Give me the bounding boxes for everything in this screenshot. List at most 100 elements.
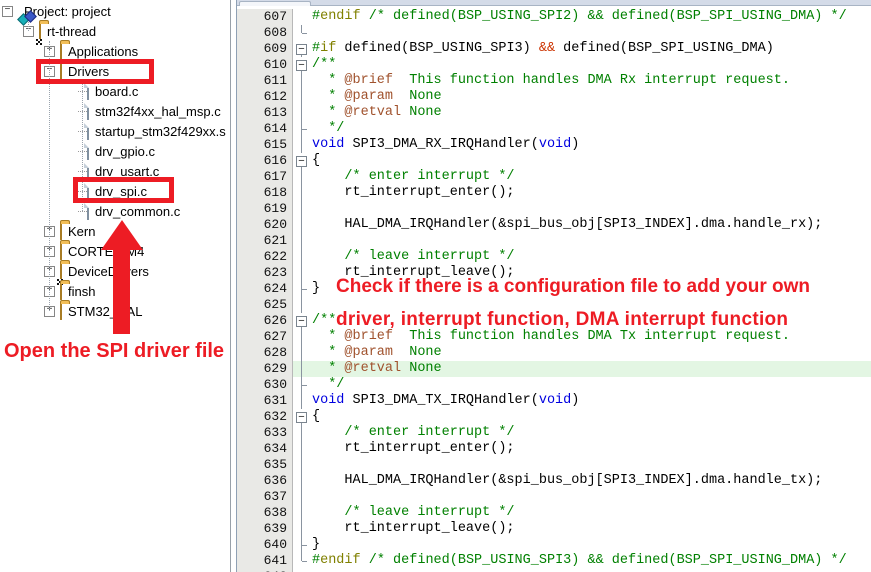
line-number: 639 [237, 521, 293, 537]
fold-margin [293, 553, 310, 569]
code-text: /* enter interrupt */ [310, 425, 871, 441]
tree-item-label: stm32f4xx_hal_msp.c [95, 104, 221, 119]
code-line-630[interactable]: 630 */ [237, 377, 871, 393]
code-line-637[interactable]: 637 [237, 489, 871, 505]
code-line-609[interactable]: 609−#if defined(BSP_USING_SPI3) && defin… [237, 41, 871, 57]
fold-collapse-icon[interactable]: − [293, 409, 310, 425]
fold-margin [293, 345, 310, 361]
code-line-610[interactable]: 610−/** [237, 57, 871, 73]
code-line-612[interactable]: 612 * @param None [237, 89, 871, 105]
fold-margin [293, 329, 310, 345]
code-text: void SPI3_DMA_TX_IRQHandler(void) [310, 393, 871, 409]
tree-item-project-project[interactable]: −Project: project [0, 1, 230, 21]
tree-item-stm32f4xx-hal-msp-c[interactable]: stm32f4xx_hal_msp.c [0, 101, 230, 121]
code-line-620[interactable]: 620 HAL_DMA_IRQHandler(&spi_bus_obj[SPI3… [237, 217, 871, 233]
code-text: #endif /* defined(BSP_USING_SPI2) && def… [310, 9, 871, 25]
tree-item-board-c[interactable]: board.c [0, 81, 230, 101]
fold-margin [293, 25, 310, 41]
annotation-box-drivers [36, 59, 154, 84]
line-number: 628 [237, 345, 293, 361]
code-line-622[interactable]: 622 /* leave interrupt */ [237, 249, 871, 265]
fold-margin [293, 377, 310, 393]
fold-collapse-icon[interactable]: − [293, 57, 310, 73]
code-line-639[interactable]: 639 rt_interrupt_leave(); [237, 521, 871, 537]
code-line-619[interactable]: 619 [237, 201, 871, 217]
fold-collapse-icon[interactable]: − [293, 41, 310, 57]
tree-item-applications[interactable]: +Applications [0, 41, 230, 61]
code-line-614[interactable]: 614 */ [237, 121, 871, 137]
line-number: 621 [237, 233, 293, 249]
fold-margin [293, 249, 310, 265]
fold-margin [293, 361, 310, 377]
code-text: HAL_DMA_IRQHandler(&spi_bus_obj[SPI3_IND… [310, 473, 871, 489]
tree-item-drv-common-c[interactable]: drv_common.c [0, 201, 230, 221]
code-line-608[interactable]: 608 [237, 25, 871, 41]
line-number: 618 [237, 185, 293, 201]
tab-strip[interactable] [237, 0, 871, 6]
code-text: { [310, 409, 871, 425]
line-number: 609 [237, 41, 293, 57]
code-line-634[interactable]: 634 rt_interrupt_enter(); [237, 441, 871, 457]
tree-item-rt-thread[interactable]: −rt-thread [0, 21, 230, 41]
code-text: /* leave interrupt */ [310, 249, 871, 265]
code-text: /* enter interrupt */ [310, 169, 871, 185]
fold-margin [293, 473, 310, 489]
code-line-635[interactable]: 635 [237, 457, 871, 473]
line-number: 626 [237, 313, 293, 329]
folder-icon [60, 303, 62, 320]
folder-icon [60, 304, 62, 319]
code-line-616[interactable]: 616−{ [237, 153, 871, 169]
code-text: } [310, 537, 871, 553]
fold-margin [293, 457, 310, 473]
line-number: 635 [237, 457, 293, 473]
code-line-615[interactable]: 615void SPI3_DMA_RX_IRQHandler(void) [237, 137, 871, 153]
tree-item-label: finsh [68, 284, 95, 299]
fold-collapse-icon[interactable]: − [293, 313, 310, 329]
document-tab[interactable] [239, 1, 311, 6]
line-number: 622 [237, 249, 293, 265]
code-line-638[interactable]: 638 /* leave interrupt */ [237, 505, 871, 521]
folder-icon [60, 224, 62, 239]
code-text: rt_interrupt_leave(); [310, 521, 871, 537]
tree-item-startup-stm32f429xx-s[interactable]: startup_stm32f429xx.s [0, 121, 230, 141]
fold-margin [293, 105, 310, 121]
line-number: 612 [237, 89, 293, 105]
line-number: 610 [237, 57, 293, 73]
fold-margin [293, 537, 310, 553]
line-number: 633 [237, 425, 293, 441]
collapse-toggle-icon[interactable]: − [2, 6, 13, 17]
code-text: * @brief This function handles DMA Tx in… [310, 329, 871, 345]
code-line-633[interactable]: 633 /* enter interrupt */ [237, 425, 871, 441]
code-line-628[interactable]: 628 * @param None [237, 345, 871, 361]
code-line-621[interactable]: 621 [237, 233, 871, 249]
fold-collapse-icon[interactable]: − [293, 153, 310, 169]
code-line-627[interactable]: 627 * @brief This function handles DMA T… [237, 329, 871, 345]
fold-margin [293, 505, 310, 521]
code-text: rt_interrupt_enter(); [310, 185, 871, 201]
line-number: 620 [237, 217, 293, 233]
code-text: * @retval None [310, 361, 871, 377]
code-text: #if defined(BSP_USING_SPI3) && defined(B… [310, 41, 871, 57]
file-icon [87, 143, 89, 160]
code-line-632[interactable]: 632−{ [237, 409, 871, 425]
code-line-613[interactable]: 613 * @retval None [237, 105, 871, 121]
code-line-640[interactable]: 640} [237, 537, 871, 553]
code-text [310, 489, 871, 505]
code-line-618[interactable]: 618 rt_interrupt_enter(); [237, 185, 871, 201]
fold-margin [293, 137, 310, 153]
code-line-607[interactable]: 607#endif /* defined(BSP_USING_SPI2) && … [237, 9, 871, 25]
fold-margin [293, 73, 310, 89]
tree-item-drv-gpio-c[interactable]: drv_gpio.c [0, 141, 230, 161]
code-line-636[interactable]: 636 HAL_DMA_IRQHandler(&spi_bus_obj[SPI3… [237, 473, 871, 489]
line-number: 625 [237, 297, 293, 313]
code-line-617[interactable]: 617 /* enter interrupt */ [237, 169, 871, 185]
code-text: * @brief This function handles DMA Rx in… [310, 73, 871, 89]
line-number: 641 [237, 553, 293, 569]
code-line-629[interactable]: 629 * @retval None [237, 361, 871, 377]
fold-margin [293, 89, 310, 105]
line-number: 630 [237, 377, 293, 393]
code-line-641[interactable]: 641#endif /* defined(BSP_USING_SPI3) && … [237, 553, 871, 569]
code-line-611[interactable]: 611 * @brief This function handles DMA R… [237, 73, 871, 89]
code-line-631[interactable]: 631void SPI3_DMA_TX_IRQHandler(void) [237, 393, 871, 409]
line-number: 624 [237, 281, 293, 297]
